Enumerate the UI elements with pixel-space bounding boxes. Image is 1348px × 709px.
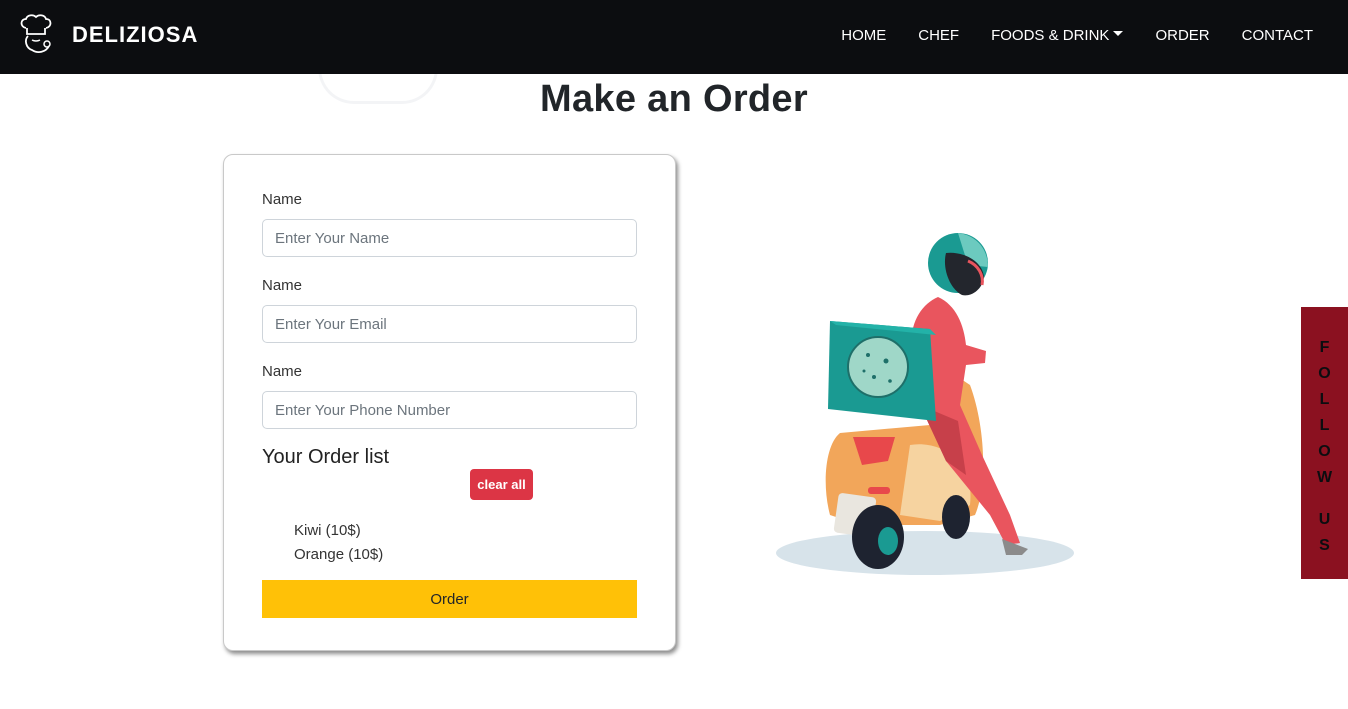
chef-hat-icon (20, 14, 52, 53)
clear-all-button[interactable]: clear all (470, 469, 533, 500)
order-list-item: Kiwi (10$) (294, 522, 361, 539)
nav-home[interactable]: HOME (841, 27, 886, 44)
nav-foods-drink-dropdown[interactable]: FOODS & DRINK (991, 27, 1124, 44)
nav-contact[interactable]: CONTACT (1242, 27, 1313, 44)
name-input[interactable] (262, 219, 637, 257)
email-label: Name (262, 277, 303, 294)
name-label: Name (262, 191, 303, 208)
follow-letter: O (1318, 443, 1331, 460)
phone-input[interactable] (262, 391, 637, 429)
delivery-scooter-illustration (776, 233, 1074, 575)
follow-letter: L (1319, 391, 1330, 408)
follow-letter: U (1318, 511, 1331, 528)
navbar: DELIZIOSA HOME CHEF FOODS & DRINK ORDER … (0, 0, 1348, 74)
brand-name: DELIZIOSA (72, 22, 199, 47)
brand[interactable]: DELIZIOSA (18, 14, 198, 56)
order-list: Kiwi (10$) Orange (10$) (294, 519, 383, 567)
caret-down-icon (1113, 31, 1124, 36)
nav-order[interactable]: ORDER (1155, 27, 1209, 44)
order-form-card: Name Name Name Your Order list clear all… (223, 154, 676, 651)
follow-letter: W (1316, 469, 1333, 486)
order-submit-button[interactable]: Order (262, 580, 637, 618)
follow-letter: O (1318, 365, 1331, 382)
nav-chef[interactable]: CHEF (918, 27, 959, 44)
order-list-heading: Your Order list (262, 446, 390, 468)
follow-letter: S (1319, 537, 1330, 554)
page-title: Make an Order (540, 78, 808, 120)
follow-letter: L (1319, 417, 1330, 434)
nav-foods-drink-label: FOODS & DRINK (991, 27, 1110, 44)
phone-label: Name (262, 363, 303, 380)
follow-us-tab[interactable]: F O L L O W U S (1301, 307, 1348, 579)
email-input[interactable] (262, 305, 637, 343)
main-nav: HOME CHEF FOODS & DRINK ORDER CONTACT (809, 27, 1313, 44)
follow-letter: F (1319, 339, 1330, 356)
order-list-item: Orange (10$) (294, 546, 384, 563)
